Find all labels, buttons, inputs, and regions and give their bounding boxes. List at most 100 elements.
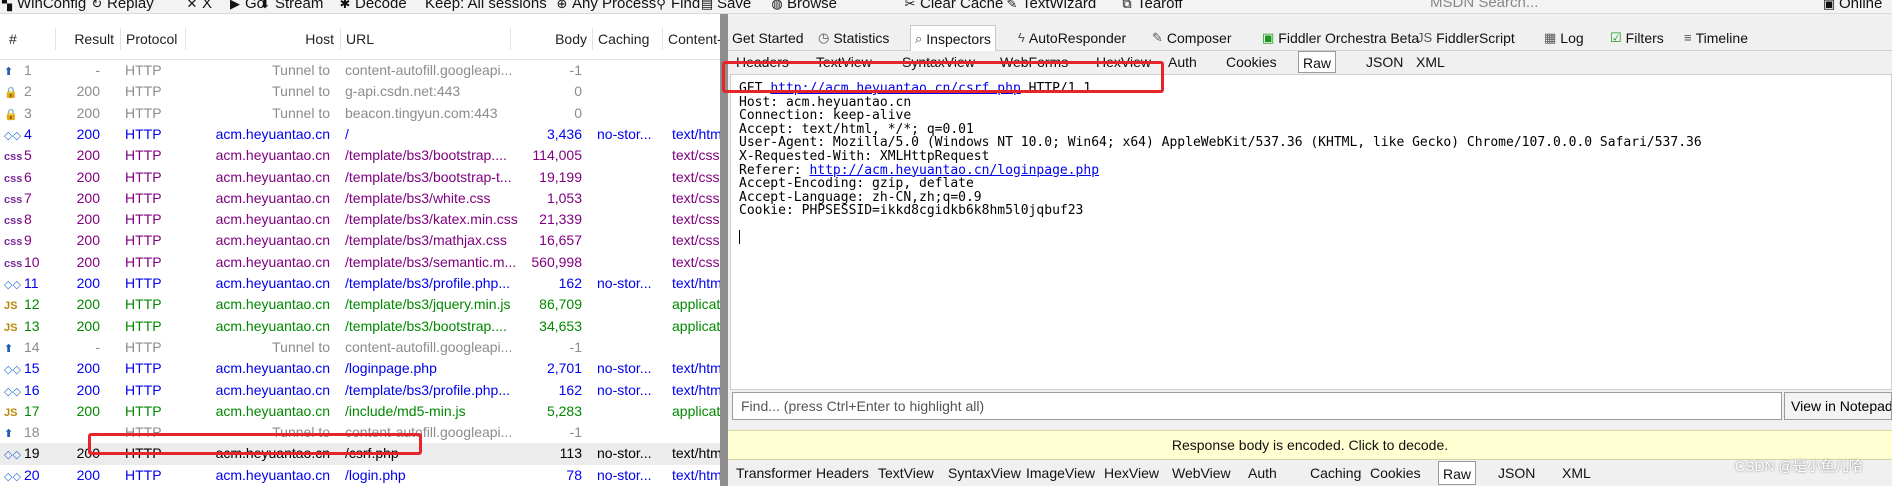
toolbar-decode-button[interactable]: ✱ Decode	[338, 0, 407, 13]
response-tab-auth[interactable]: Auth	[1244, 461, 1281, 485]
tab-autoresponder[interactable]: ϟ AutoResponder	[1014, 25, 1130, 51]
request-line: Connection: keep-alive	[739, 109, 1883, 123]
column-header-3[interactable]: Host	[185, 28, 339, 50]
session-row[interactable]: css 8 200 HTTP acm.heyuantao.cn/template/bs3…	[0, 209, 720, 230]
response-tab-cookies[interactable]: Cookies	[1366, 461, 1425, 485]
session-number: 12	[24, 296, 40, 313]
response-tab-webview[interactable]: WebView	[1168, 461, 1235, 485]
request-tab-auth[interactable]: Auth	[1164, 51, 1201, 73]
html-icon: ◇◇	[4, 364, 21, 377]
session-number-cell: css 7	[4, 188, 48, 211]
toolbar-find-button[interactable]: ⚲ Find	[654, 0, 700, 13]
response-tab-imageview[interactable]: ImageView	[1022, 461, 1099, 485]
binoculars-icon: ⚲	[656, 0, 666, 11]
session-row[interactable]: 🔒 3 200 HTTP Tunnel to beacon.tingyun.com:443…	[0, 103, 720, 124]
view-in-notepad-button[interactable]: View in Notepad	[1784, 392, 1892, 420]
url-cell: /	[345, 125, 349, 142]
session-row[interactable]: ◇◇ 20 200 HTTP acm.heyuantao.cn/login.php 78 n…	[0, 465, 720, 486]
result-cell: 200	[76, 104, 100, 121]
column-header-5[interactable]: Body	[510, 28, 592, 50]
response-tab-xml[interactable]: XML	[1558, 461, 1595, 485]
url-cell: beacon.tingyun.com:443	[345, 104, 498, 121]
column-header-7[interactable]: Content-	[662, 28, 722, 50]
stream-icon: ⬇	[259, 0, 271, 11]
session-row[interactable]: JS 12 200 HTTP acm.heyuantao.cn/template/bs3…	[0, 294, 720, 315]
network-icon: ▣	[1822, 0, 1836, 11]
url-cell: /login.php	[345, 466, 406, 483]
response-tab-json[interactable]: JSON	[1494, 461, 1539, 485]
response-tab-transformer[interactable]: Transformer	[732, 461, 816, 485]
response-tab-headers[interactable]: Headers	[812, 461, 873, 485]
response-tab-textview[interactable]: TextView	[874, 461, 938, 485]
body-size-cell: 0	[574, 83, 582, 100]
request-tab-cookies[interactable]: Cookies	[1222, 51, 1281, 73]
url-cell: /template/bs3/katex.min.css	[345, 211, 518, 228]
tab-log[interactable]: ▦ Log	[1540, 25, 1588, 51]
session-number-cell: JS 12	[4, 294, 48, 317]
result-cell: 200	[76, 360, 100, 377]
session-row[interactable]: ⬆ 1- HTTP Tunnel to content-autofill.googlea…	[0, 60, 720, 81]
session-row[interactable]: css 10 200 HTTP acm.heyuantao.cn/template/bs…	[0, 252, 720, 273]
request-tab-raw[interactable]: Raw	[1298, 51, 1337, 73]
js-icon: JS	[4, 406, 18, 419]
text-wizard-icon: ✎	[1006, 0, 1018, 11]
response-tab-syntaxview[interactable]: SyntaxView	[944, 461, 1025, 485]
find-input[interactable]: Find... (press Ctrl+Enter to highlight a…	[732, 392, 1782, 420]
toolbar-tearoff-button[interactable]: ⧉ Tearoff	[1120, 0, 1182, 13]
toolbar-save-button[interactable]: ▤ Save	[700, 0, 752, 13]
tab-label: Get Started	[732, 30, 804, 46]
raw-request-view[interactable]: GET http://acm.heyuantao.cn/csrf.php HTT…	[730, 74, 1892, 390]
tab-fiddlerscript[interactable]: JS FiddlerScript	[1413, 25, 1519, 51]
request-line: Accept-Encoding: gzip, deflate	[739, 177, 1883, 191]
tab-fiddler-orchestra-beta[interactable]: ▣ Fiddler Orchestra Beta	[1258, 25, 1423, 51]
request-tab-xml[interactable]: XML	[1412, 51, 1449, 73]
windows-icon: ▚	[2, 0, 12, 11]
column-header-6[interactable]: Caching	[592, 28, 662, 50]
response-tab-caching[interactable]: Caching	[1306, 461, 1365, 485]
tab-statistics[interactable]: ◷ Statistics	[814, 25, 893, 51]
tab-label: AutoResponder	[1028, 30, 1127, 46]
tab-filters[interactable]: ☑ Filters	[1606, 25, 1668, 51]
decode-notice-bar[interactable]: Response body is encoded. Click to decod…	[728, 430, 1892, 460]
session-row[interactable]: 🔒 2 200 HTTP Tunnel to g-api.csdn.net:443 0	[0, 81, 720, 102]
request-tab-json[interactable]: JSON	[1362, 51, 1407, 73]
tab-inspectors[interactable]: ⌕ Inspectors	[910, 25, 996, 52]
session-row[interactable]: JS 13 200 HTTP acm.heyuantao.cn/template/bs3…	[0, 316, 720, 337]
session-row[interactable]: ◇◇ 15 200 HTTP acm.heyuantao.cn/loginpage.ph…	[0, 358, 720, 379]
session-row[interactable]: css 5 200 HTTP acm.heyuantao.cn/template/bs3…	[0, 145, 720, 166]
session-row[interactable]: ◇◇ 16 200 HTTP acm.heyuantao.cn/template/bs3…	[0, 380, 720, 401]
session-row[interactable]: ◇◇ 4 200 HTTP acm.heyuantao.cn / 3,436 no-stor.…	[0, 124, 720, 145]
session-row[interactable]: ⬆ 14 - HTTP Tunnel to content-autofill.google…	[0, 337, 720, 358]
session-row[interactable]: css 7 200 HTTP acm.heyuantao.cn/template/bs3…	[0, 188, 720, 209]
tab-timeline[interactable]: ≡ Timeline	[1680, 25, 1752, 51]
toolbar-replay-button[interactable]: ↻ Replay	[90, 0, 154, 13]
toolbar-x-button[interactable]: ✕ X	[185, 0, 212, 13]
session-row[interactable]: css 9 200 HTTP acm.heyuantao.cn/template/bs3…	[0, 230, 720, 251]
column-header-0[interactable]: #	[4, 28, 54, 50]
content-type-cell: applicat	[672, 317, 720, 334]
tab-label: Filters	[1625, 30, 1664, 46]
session-row[interactable]: css 6 200 HTTP acm.heyuantao.cn/template/bs3…	[0, 167, 720, 188]
column-header-1[interactable]: Result	[55, 28, 119, 50]
toolbar-label: Browse	[787, 0, 838, 12]
response-tab-hexview[interactable]: HexView	[1100, 461, 1163, 485]
response-tab-raw[interactable]: Raw	[1438, 461, 1477, 485]
session-row[interactable]: ◇◇ 11 200 HTTP acm.heyuantao.cn/template/bs3…	[0, 273, 720, 294]
column-header-2[interactable]: Protocol	[120, 28, 184, 50]
toolbar-browse-button[interactable]: ◍ Browse	[770, 0, 838, 13]
column-header-4[interactable]: URL	[340, 28, 510, 50]
tab-get-started[interactable]: Get Started	[728, 25, 808, 51]
session-row[interactable]: JS 17 200 HTTP acm.heyuantao.cn/include/md5-…	[0, 401, 720, 422]
toolbar-textwizard-button[interactable]: ✎ TextWizard	[1005, 0, 1097, 13]
toolbar-clear-cache-button[interactable]: ✂ Clear Cache	[903, 0, 1004, 13]
session-number-cell: ◇◇ 4	[4, 124, 48, 147]
toolbar-any-process-button[interactable]: ⊕ Any Process	[555, 0, 657, 13]
msdn-search-input[interactable]: MSDN Search...	[1430, 0, 1590, 12]
tab-composer[interactable]: ✎ Composer	[1148, 25, 1236, 51]
toolbar-winconfig-button[interactable]: ▚ WinConfig	[0, 0, 86, 13]
magnifier-icon: ⌕	[915, 31, 923, 46]
content-type-cell: text/htm	[672, 445, 720, 462]
toolbar-keep-all-sessions-button[interactable]: Keep: All sessions	[425, 0, 547, 13]
toolbar-label: Save	[717, 0, 752, 12]
toolbar-stream-button[interactable]: ⬇ Stream	[258, 0, 324, 13]
